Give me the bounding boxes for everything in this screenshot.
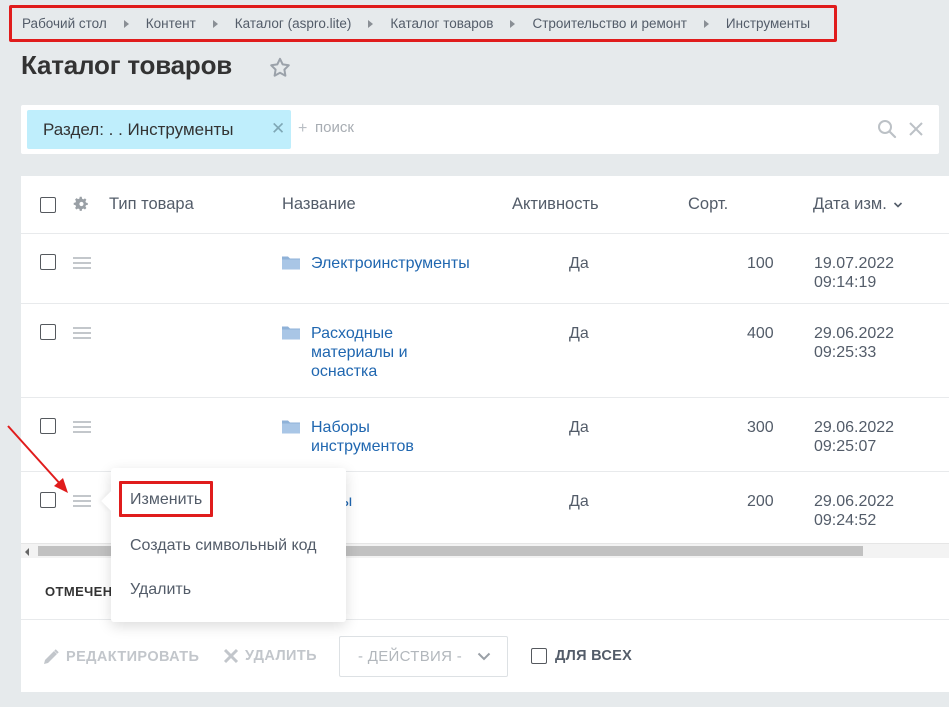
- delete-button[interactable]: УДАЛИТЬ: [223, 648, 317, 664]
- for-all-toggle[interactable]: ДЛЯ ВСЕХ: [531, 648, 632, 664]
- for-all-label: ДЛЯ ВСЕХ: [555, 648, 633, 664]
- chevron-down-icon: [477, 652, 491, 661]
- actions-select-value: - ДЕЙСТВИЯ -: [358, 648, 462, 665]
- row-active: Да: [569, 419, 589, 436]
- folder-icon: [282, 326, 300, 340]
- row-sort: 300: [747, 419, 774, 436]
- row-date: 29.06.2022: [814, 493, 895, 510]
- breadcrumb-item-desktop[interactable]: Рабочий стол: [22, 16, 107, 31]
- row-name-link[interactable]: Расходные материалы и оснастка: [311, 324, 436, 381]
- row-time: 09:25:33: [814, 344, 877, 361]
- breadcrumb-separator-icon: [703, 19, 709, 28]
- star-icon[interactable]: [268, 56, 292, 80]
- row-checkbox[interactable]: [40, 324, 56, 340]
- row-date: 29.06.2022: [814, 419, 895, 436]
- filter-chip-section[interactable]: Раздел: . . Инструменты: [27, 110, 291, 149]
- breadcrumb-separator-icon: [510, 19, 516, 28]
- breadcrumb-item-tools[interactable]: Инструменты: [726, 16, 810, 31]
- grid-header: Тип товара Название Активность Сорт. Дат…: [21, 176, 949, 234]
- row-checkbox[interactable]: [40, 254, 56, 270]
- row-date: 19.07.2022: [814, 255, 895, 272]
- breadcrumb-item-construction[interactable]: Строительство и ремонт: [532, 16, 686, 31]
- menu-item-create-symbolic-code[interactable]: Создать символьный код: [130, 537, 317, 555]
- highlight-box: [119, 481, 213, 517]
- breadcrumb-item-catalog[interactable]: Каталог товаров: [390, 16, 493, 31]
- menu-icon[interactable]: [73, 257, 91, 269]
- edit-button-label: РЕДАКТИРОВАТЬ: [66, 649, 200, 665]
- breadcrumb-separator-icon: [212, 19, 218, 28]
- search-input[interactable]: [315, 119, 815, 136]
- scroll-left-icon[interactable]: [25, 548, 29, 556]
- row-active: Да: [569, 493, 589, 510]
- gear-icon[interactable]: [72, 195, 90, 213]
- delete-button-label: УДАЛИТЬ: [245, 648, 317, 664]
- close-icon: [223, 648, 239, 664]
- menu-item-delete[interactable]: Удалить: [130, 581, 191, 599]
- row-active: Да: [569, 255, 589, 272]
- row-time: 09:24:52: [814, 512, 877, 529]
- select-all-checkbox[interactable]: [40, 197, 56, 213]
- table-row[interactable]: Наборы инструментов Да 300 29.06.2022 09…: [21, 398, 949, 472]
- folder-icon: [282, 256, 300, 270]
- column-header-name[interactable]: Название: [282, 195, 356, 214]
- folder-icon: [282, 420, 300, 434]
- edit-button[interactable]: РЕДАКТИРОВАТЬ: [42, 648, 199, 666]
- row-time: 09:25:07: [814, 438, 877, 455]
- breadcrumb-item-catalog-aspro[interactable]: Каталог (aspro.lite): [235, 16, 352, 31]
- column-header-date-label: Дата изм.: [813, 195, 887, 213]
- table-row[interactable]: Расходные материалы и оснастка Да 400 29…: [21, 304, 949, 398]
- close-icon[interactable]: [907, 120, 925, 138]
- breadcrumb-item-content[interactable]: Контент: [146, 16, 196, 31]
- chip-close-icon[interactable]: ✕: [271, 120, 285, 137]
- row-sort: 400: [747, 325, 774, 342]
- breadcrumb-separator-icon: [368, 19, 374, 28]
- search-icon[interactable]: [877, 119, 897, 139]
- filter-chip-label: Раздел: . . Инструменты: [43, 119, 234, 139]
- page-title: Каталог товаров: [21, 50, 233, 80]
- row-active: Да: [569, 325, 589, 342]
- row-name-link[interactable]: Электроинструменты: [311, 254, 511, 273]
- breadcrumb-separator-icon: [123, 19, 129, 28]
- table-row[interactable]: Электроинструменты Да 100 19.07.2022 09:…: [21, 234, 949, 304]
- actions-select[interactable]: - ДЕЙСТВИЯ -: [339, 636, 508, 677]
- row-sort: 100: [747, 255, 774, 272]
- row-date: 29.06.2022: [814, 325, 895, 342]
- column-header-active[interactable]: Активность: [512, 195, 599, 214]
- pencil-icon: [44, 649, 59, 664]
- chevron-down-icon: [893, 202, 902, 208]
- filter-bar: Раздел: . . Инструменты ✕ +: [21, 105, 939, 154]
- column-header-type[interactable]: Тип товара: [109, 195, 194, 214]
- for-all-checkbox[interactable]: [531, 648, 547, 664]
- row-sort: 200: [747, 493, 774, 510]
- row-name-link[interactable]: Наборы инструментов: [311, 418, 436, 456]
- row-time: 09:14:19: [814, 274, 877, 291]
- breadcrumb: Рабочий стол Контент Каталог (aspro.lite…: [9, 5, 837, 42]
- column-header-sort[interactable]: Сорт.: [688, 195, 728, 214]
- menu-icon[interactable]: [73, 327, 91, 339]
- annotation-arrow-icon: [7, 425, 68, 493]
- plus-icon: +: [298, 120, 308, 137]
- column-header-date[interactable]: Дата изм.: [813, 195, 903, 214]
